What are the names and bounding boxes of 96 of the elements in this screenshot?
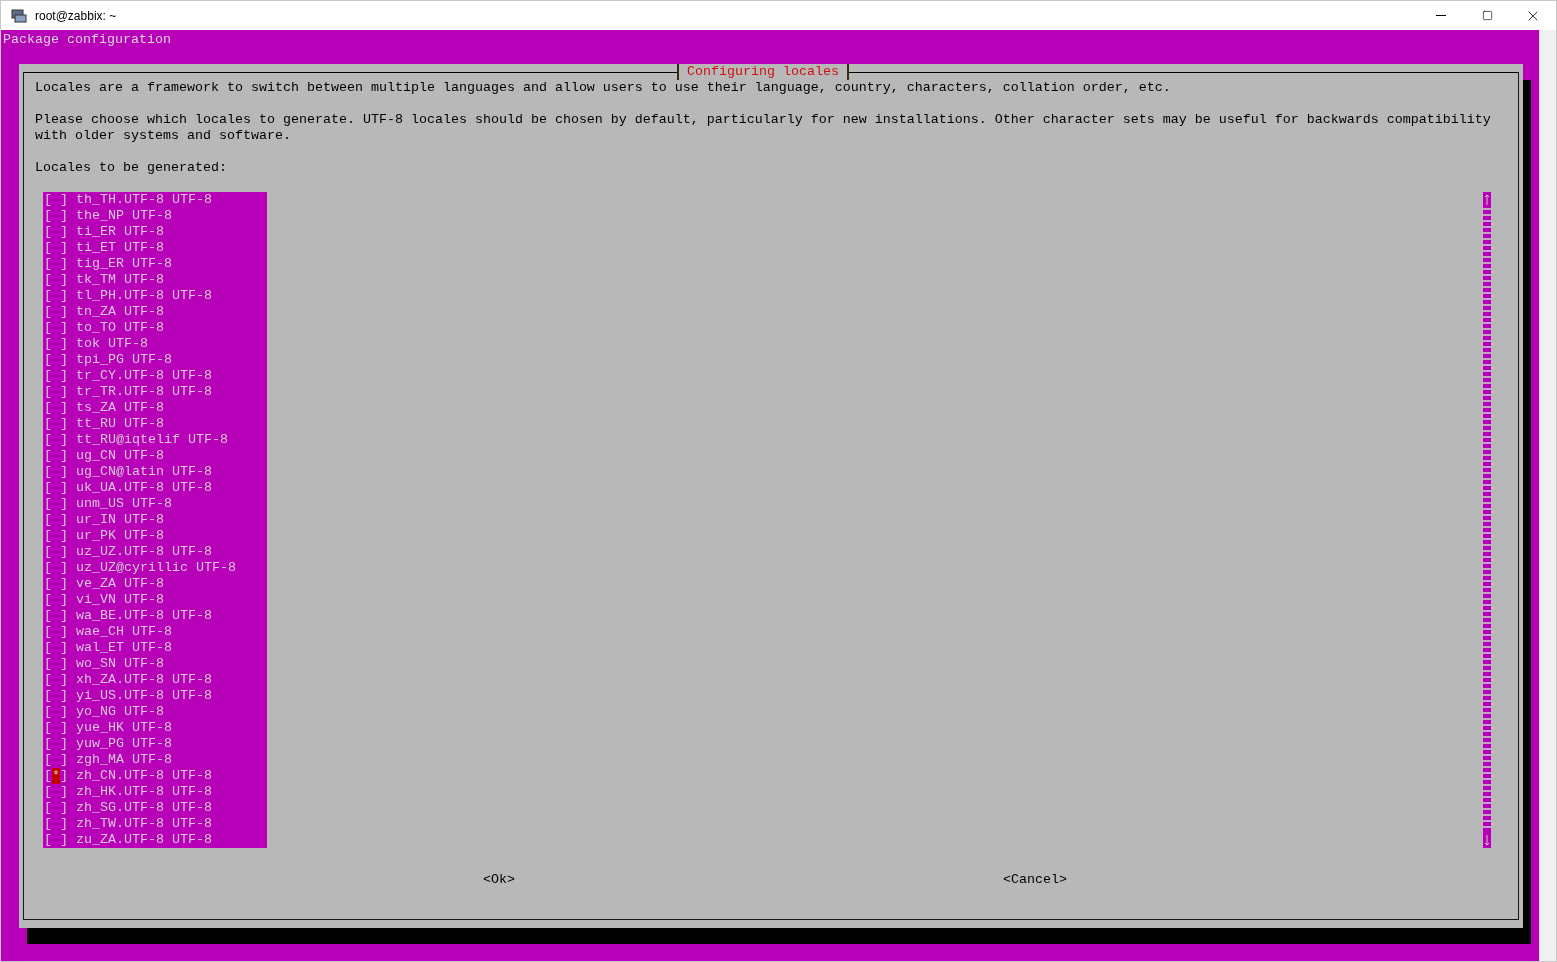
locale-label[interactable]: zh_TW.UTF-8 UTF-8: [76, 816, 212, 832]
locale-label[interactable]: wa_BE.UTF-8 UTF-8: [76, 608, 212, 624]
checkbox[interactable]: [ ]: [44, 256, 68, 272]
minimize-icon: [1436, 15, 1446, 16]
checkbox[interactable]: [ ]: [44, 816, 68, 832]
checkbox[interactable]: [ ]: [44, 240, 68, 256]
locale-label[interactable]: uz_UZ@cyrillic UTF-8: [76, 560, 236, 576]
locale-label[interactable]: ti_ET UTF-8: [76, 240, 164, 256]
checkbox[interactable]: [ ]: [44, 320, 68, 336]
checkbox[interactable]: [ ]: [44, 352, 68, 368]
locale-label[interactable]: wo_SN UTF-8: [76, 656, 164, 672]
locale-label[interactable]: yue_HK UTF-8: [76, 720, 172, 736]
terminal-header: Package configuration: [3, 32, 172, 48]
checkbox[interactable]: [ ]: [44, 336, 68, 352]
checkbox[interactable]: [ ]: [44, 304, 68, 320]
checkbox[interactable]: [ ]: [44, 752, 68, 768]
locale-label[interactable]: ug_CN UTF-8: [76, 448, 164, 464]
locale-label[interactable]: th_TH.UTF-8 UTF-8: [76, 192, 212, 208]
locale-label[interactable]: tk_TM UTF-8: [76, 272, 164, 288]
checkbox[interactable]: [ ]: [44, 512, 68, 528]
checkbox[interactable]: [ ]: [44, 480, 68, 496]
locale-label[interactable]: wae_CH UTF-8: [76, 624, 172, 640]
locale-label[interactable]: zh_HK.UTF-8 UTF-8: [76, 784, 212, 800]
locale-label[interactable]: tl_PH.UTF-8 UTF-8: [76, 288, 212, 304]
dialog-title: Configuring locales: [677, 64, 849, 80]
checkbox[interactable]: [ ]: [44, 576, 68, 592]
terminal-app-icon: [11, 7, 27, 24]
checkbox[interactable]: [ ]: [44, 624, 68, 640]
locale-label[interactable]: unm_US UTF-8: [76, 496, 172, 512]
locale-label[interactable]: uk_UA.UTF-8 UTF-8: [76, 480, 212, 496]
window-title: root@zabbix: ~: [35, 8, 118, 23]
locale-label[interactable]: tig_ER UTF-8: [76, 256, 172, 272]
dialog-text: Please choose which locales to generate. UTF-8 locales should be chosen by default, particularly for new installations. Other character sets may be useful for backwards compatibility with older systems and software.: [35, 112, 1492, 144]
checkbox[interactable]: [ ]: [44, 832, 68, 848]
checkbox[interactable]: [ ]: [44, 272, 68, 288]
checkbox[interactable]: [ ]: [44, 800, 68, 816]
checkbox[interactable]: [ ]: [44, 784, 68, 800]
checkbox[interactable]: [ ]: [44, 608, 68, 624]
checkbox[interactable]: [ ]: [44, 224, 68, 240]
scrollbar[interactable]: [1483, 192, 1491, 848]
locale-label[interactable]: xh_ZA.UTF-8 UTF-8: [76, 672, 212, 688]
locale-label[interactable]: tr_CY.UTF-8 UTF-8: [76, 368, 212, 384]
scroll-up-icon[interactable]: [1483, 192, 1491, 208]
locale-label[interactable]: ur_PK UTF-8: [76, 528, 164, 544]
locale-label[interactable]: yo_NG UTF-8: [76, 704, 164, 720]
maximize-icon: [1481, 10, 1493, 21]
checkbox[interactable]: [ ]: [44, 368, 68, 384]
locale-label[interactable]: tr_TR.UTF-8 UTF-8: [76, 384, 212, 400]
dialog-text: Locales are a framework to switch between multiple languages and allow users to use their language, country, characters, collation order, etc.: [35, 80, 1172, 96]
locale-label[interactable]: ur_IN UTF-8: [76, 512, 164, 528]
locale-label[interactable]: tn_ZA UTF-8: [76, 304, 164, 320]
checkbox[interactable]: [ ]: [44, 384, 68, 400]
locale-label[interactable]: ts_ZA UTF-8: [76, 400, 164, 416]
locale-label[interactable]: ug_CN@latin UTF-8: [76, 464, 212, 480]
locale-label[interactable]: ti_ER UTF-8: [76, 224, 164, 240]
locale-label[interactable]: the_NP UTF-8: [76, 208, 172, 224]
locale-label[interactable]: zh_CN.UTF-8 UTF-8: [76, 768, 212, 784]
checkbox[interactable]: [ ]: [44, 208, 68, 224]
locale-label[interactable]: zgh_MA UTF-8: [76, 752, 172, 768]
locale-label[interactable]: yi_US.UTF-8 UTF-8: [76, 688, 212, 704]
locale-label[interactable]: tpi_PG UTF-8: [76, 352, 172, 368]
checkbox[interactable]: [ ]: [44, 560, 68, 576]
checkbox[interactable]: [ ]: [44, 448, 68, 464]
checkbox[interactable]: [ ]: [44, 592, 68, 608]
dialog-button[interactable]: <Ok>: [483, 872, 515, 888]
checkbox[interactable]: [ ]: [44, 192, 68, 208]
locale-label[interactable]: tt_RU@iqtelif UTF-8: [76, 432, 228, 448]
locale-label[interactable]: ve_ZA UTF-8: [76, 576, 164, 592]
checkbox[interactable]: [ ]: [44, 704, 68, 720]
checkbox[interactable]: [ ]: [44, 640, 68, 656]
locale-label[interactable]: yuw_PG UTF-8: [76, 736, 172, 752]
dialog-text: Locales to be generated:: [35, 160, 228, 176]
checkbox[interactable]: [ ]: [44, 656, 68, 672]
checkbox[interactable]: [ ]: [44, 464, 68, 480]
locale-label[interactable]: uz_UZ.UTF-8 UTF-8: [76, 544, 212, 560]
locale-label[interactable]: zu_ZA.UTF-8 UTF-8: [76, 832, 212, 848]
checkbox[interactable]: [ ]: [44, 432, 68, 448]
checkbox[interactable]: [ ]: [44, 672, 68, 688]
checkbox[interactable]: [ ]: [44, 736, 68, 752]
checkbox[interactable]: [ ]: [44, 688, 68, 704]
checkbox[interactable]: [ ]: [44, 496, 68, 512]
checkbox[interactable]: [ ]: [44, 528, 68, 544]
locale-label[interactable]: vi_VN UTF-8: [76, 592, 164, 608]
checkbox[interactable]: [ ]: [44, 544, 68, 560]
checkbox[interactable]: [ ]: [44, 288, 68, 304]
checkbox[interactable]: [ ]: [44, 720, 68, 736]
checkbox[interactable]: [ ]: [44, 400, 68, 416]
dialog-button[interactable]: <Cancel>: [1003, 872, 1067, 888]
locale-label[interactable]: zh_SG.UTF-8 UTF-8: [76, 800, 212, 816]
scroll-down-icon[interactable]: [1483, 832, 1491, 848]
checkbox[interactable]: [ ]: [44, 416, 68, 432]
checkbox[interactable]: [*]: [44, 768, 68, 784]
locale-label[interactable]: tt_RU UTF-8: [76, 416, 164, 432]
locale-label[interactable]: tok UTF-8: [76, 336, 148, 352]
locale-label[interactable]: wal_ET UTF-8: [76, 640, 172, 656]
locale-label[interactable]: to_TO UTF-8: [76, 320, 164, 336]
